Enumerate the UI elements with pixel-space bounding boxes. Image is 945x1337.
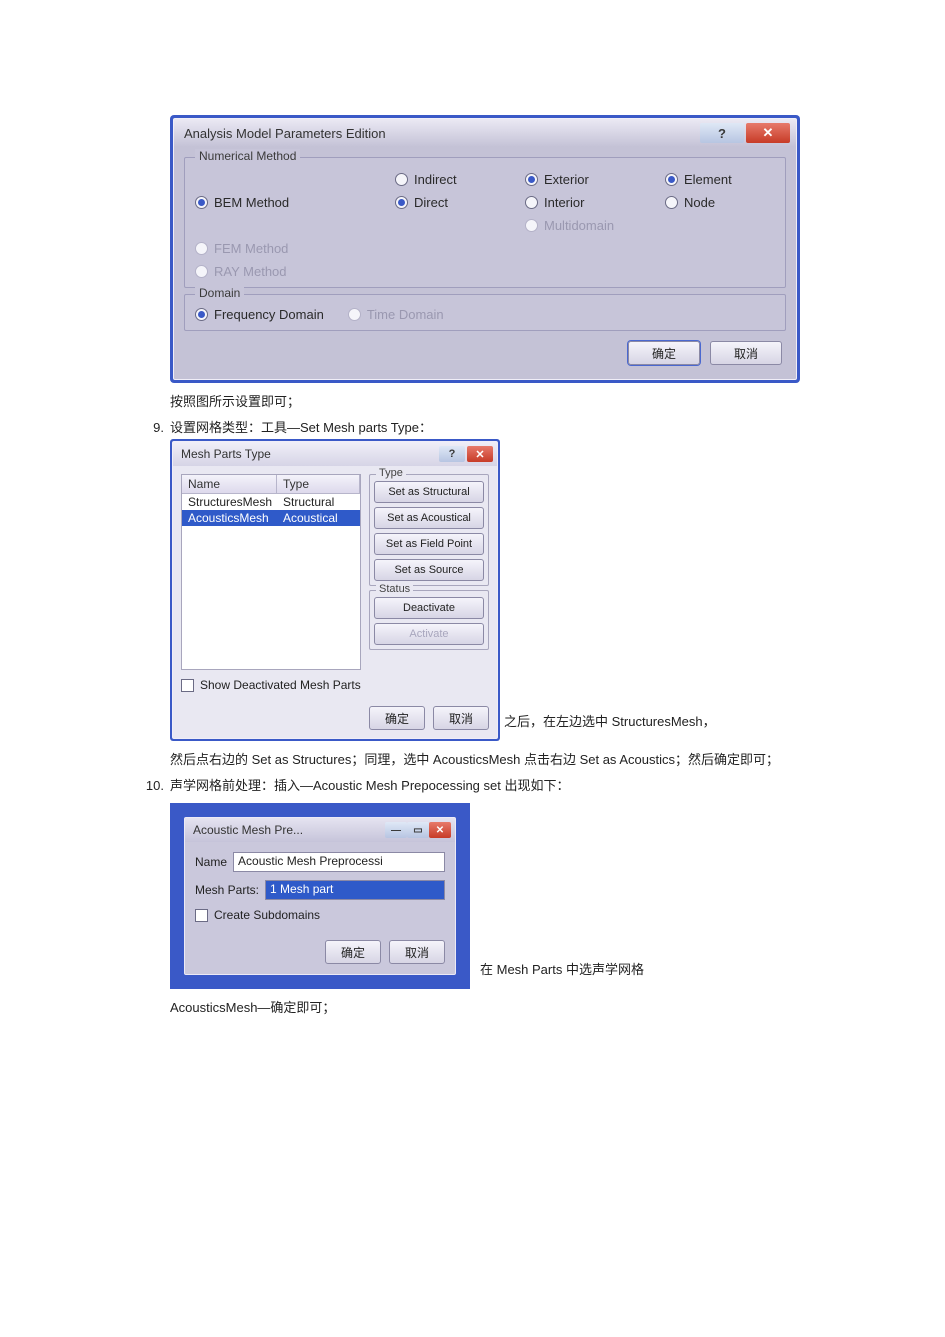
- radio-label: BEM Method: [214, 195, 289, 210]
- dialog-titlebar: Mesh Parts Type ? ✕: [173, 442, 497, 466]
- acoustic-mesh-preprocessing-dialog: Acoustic Mesh Pre... — ▭ ✕ Name Acoustic…: [170, 803, 470, 989]
- group-legend: Domain: [195, 286, 244, 300]
- radio-label: Interior: [544, 195, 584, 210]
- list-number: 9.: [140, 417, 164, 439]
- mesh-parts-label: Mesh Parts:: [195, 883, 259, 897]
- radio-label: Multidomain: [544, 218, 614, 233]
- minimize-button[interactable]: —: [385, 822, 407, 838]
- radio-fem-method: FEM Method: [195, 241, 395, 256]
- list-number: 10.: [140, 775, 164, 797]
- status-group: Status Deactivate Activate: [369, 590, 489, 650]
- radio-element[interactable]: Element: [665, 172, 785, 187]
- list-item: 9. 设置网格类型：工具—Set Mesh parts Type：: [140, 417, 825, 439]
- dialog-titlebar: Analysis Model Parameters Edition ? ✕: [174, 119, 796, 147]
- table-row[interactable]: AcousticsMesh Acoustical: [182, 510, 360, 526]
- radio-bem-method[interactable]: BEM Method: [195, 195, 395, 210]
- radio-indirect[interactable]: Indirect: [395, 172, 525, 187]
- name-label: Name: [195, 855, 227, 869]
- set-as-structural-button[interactable]: Set as Structural: [374, 481, 484, 503]
- radio-label: Exterior: [544, 172, 589, 187]
- narrative-text: 按照图所示设置即可；: [170, 391, 825, 413]
- activate-button: Activate: [374, 623, 484, 645]
- dialog-title: Acoustic Mesh Pre...: [193, 823, 385, 837]
- set-as-source-button[interactable]: Set as Source: [374, 559, 484, 581]
- cell-type: Acoustical: [277, 510, 360, 526]
- checkbox-label: Create Subdomains: [214, 908, 320, 922]
- dialog-title: Mesh Parts Type: [181, 447, 439, 461]
- list-text: 设置网格类型：工具—Set Mesh parts Type：: [170, 417, 432, 439]
- name-input[interactable]: Acoustic Mesh Preprocessi: [233, 852, 445, 872]
- help-button[interactable]: ?: [700, 123, 744, 143]
- mesh-parts-table[interactable]: Name Type StructuresMesh Structural Acou…: [181, 474, 361, 670]
- radio-frequency-domain[interactable]: Frequency Domain: [195, 307, 324, 322]
- mesh-parts-input[interactable]: 1 Mesh part: [265, 880, 445, 900]
- show-deactivated-checkbox[interactable]: Show Deactivated Mesh Parts: [181, 678, 361, 692]
- radio-interior[interactable]: Interior: [525, 195, 665, 210]
- create-subdomains-checkbox[interactable]: Create Subdomains: [195, 908, 445, 922]
- maximize-button[interactable]: ▭: [407, 822, 429, 838]
- type-group: Type Set as Structural Set as Acoustical…: [369, 474, 489, 586]
- radio-exterior[interactable]: Exterior: [525, 172, 665, 187]
- radio-label: Node: [684, 195, 715, 210]
- name-field-row: Name Acoustic Mesh Preprocessi: [195, 852, 445, 872]
- narrative-text: 之后，在左边选中 StructuresMesh，: [504, 711, 716, 733]
- close-button[interactable]: ✕: [429, 822, 451, 838]
- domain-group: Domain Frequency Domain Time Domain: [184, 294, 786, 331]
- close-button[interactable]: ✕: [467, 446, 493, 462]
- analysis-model-parameters-dialog: Analysis Model Parameters Edition ? ✕ Nu…: [170, 115, 800, 383]
- numerical-method-group: Numerical Method Indirect Exterior: [184, 157, 786, 288]
- cell-name: AcousticsMesh: [182, 510, 277, 526]
- ok-button[interactable]: 确定: [369, 706, 425, 730]
- radio-label: Indirect: [414, 172, 457, 187]
- ok-button[interactable]: 确定: [628, 341, 700, 365]
- mesh-parts-field-row: Mesh Parts: 1 Mesh part: [195, 880, 445, 900]
- help-button[interactable]: ?: [439, 446, 465, 462]
- cancel-button[interactable]: 取消: [710, 341, 782, 365]
- radio-node[interactable]: Node: [665, 195, 785, 210]
- ok-button[interactable]: 确定: [325, 940, 381, 964]
- mesh-parts-type-dialog: Mesh Parts Type ? ✕ Name Type: [170, 439, 500, 741]
- radio-time-domain: Time Domain: [348, 307, 444, 322]
- radio-label: FEM Method: [214, 241, 288, 256]
- group-legend: Type: [376, 467, 406, 479]
- group-legend: Status: [376, 583, 413, 595]
- narrative-text: 在 Mesh Parts 中选声学网格: [480, 959, 644, 981]
- radio-label: RAY Method: [214, 264, 287, 279]
- column-header-type[interactable]: Type: [277, 475, 360, 494]
- checkbox-label: Show Deactivated Mesh Parts: [200, 678, 361, 692]
- deactivate-button[interactable]: Deactivate: [374, 597, 484, 619]
- cancel-button[interactable]: 取消: [433, 706, 489, 730]
- narrative-text: 然后点右边的 Set as Structures；同理，选中 Acoustics…: [170, 749, 825, 771]
- cancel-button[interactable]: 取消: [389, 940, 445, 964]
- radio-label: Time Domain: [367, 307, 444, 322]
- set-as-acoustical-button[interactable]: Set as Acoustical: [374, 507, 484, 529]
- close-button[interactable]: ✕: [746, 123, 790, 143]
- column-header-name[interactable]: Name: [182, 475, 277, 494]
- radio-label: Frequency Domain: [214, 307, 324, 322]
- dialog-titlebar: Acoustic Mesh Pre... — ▭ ✕: [185, 818, 455, 842]
- radio-label: Element: [684, 172, 732, 187]
- group-legend: Numerical Method: [195, 149, 300, 163]
- checkbox-icon: [181, 679, 194, 692]
- list-text: 声学网格前处理：插入—Acoustic Mesh Prepocessing se…: [170, 775, 569, 797]
- radio-direct[interactable]: Direct: [395, 195, 525, 210]
- dialog-title: Analysis Model Parameters Edition: [184, 126, 700, 141]
- cell-name: StructuresMesh: [182, 494, 277, 510]
- table-row[interactable]: StructuresMesh Structural: [182, 494, 360, 510]
- set-as-field-point-button[interactable]: Set as Field Point: [374, 533, 484, 555]
- cell-type: Structural: [277, 494, 360, 510]
- list-item: 10. 声学网格前处理：插入—Acoustic Mesh Prepocessin…: [140, 775, 825, 797]
- checkbox-icon: [195, 909, 208, 922]
- radio-ray-method: RAY Method: [195, 264, 395, 279]
- radio-multidomain: Multidomain: [525, 218, 665, 233]
- radio-label: Direct: [414, 195, 448, 210]
- narrative-text: AcousticsMesh—确定即可；: [170, 997, 825, 1019]
